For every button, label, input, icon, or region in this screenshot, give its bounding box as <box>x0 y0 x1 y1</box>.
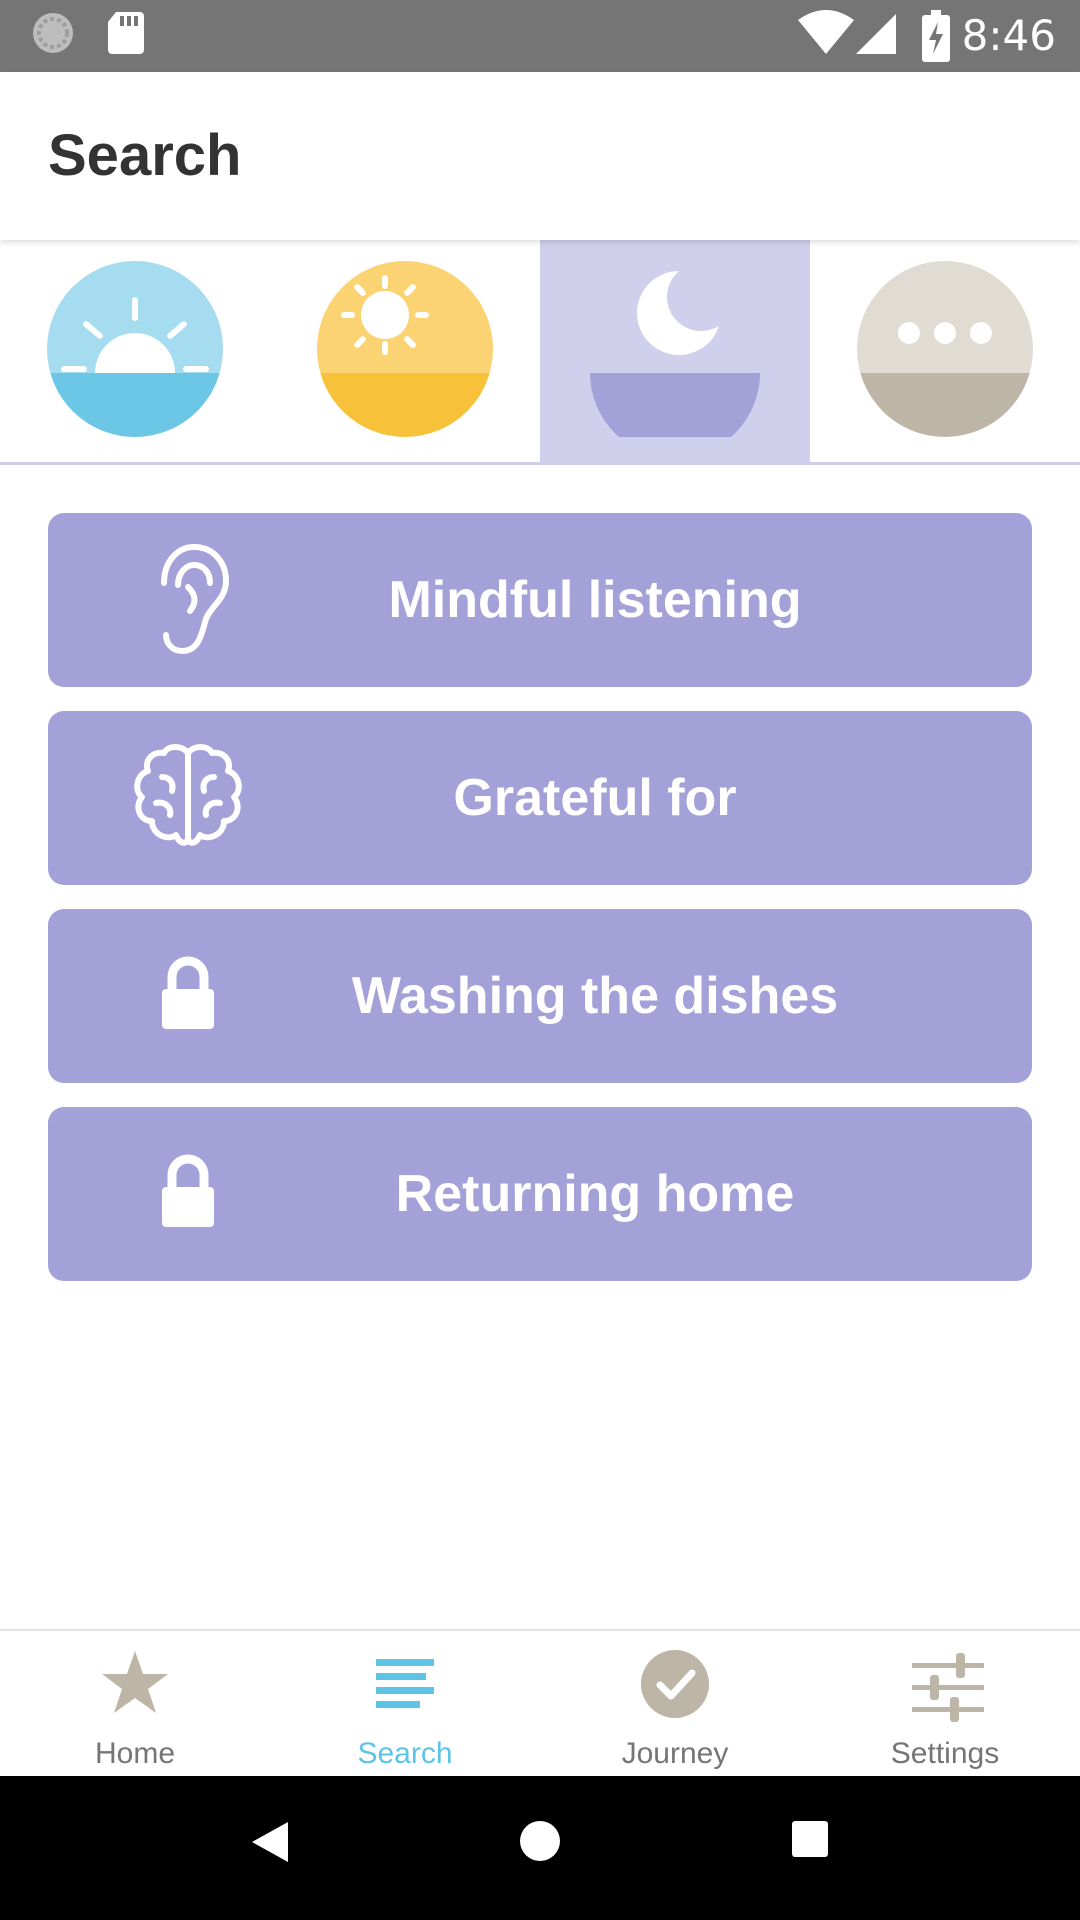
category-evening[interactable] <box>540 240 810 462</box>
battery-charging-icon <box>922 10 950 67</box>
recents-icon[interactable] <box>791 1820 829 1863</box>
check-circle-icon <box>641 1650 709 1718</box>
sync-icon <box>30 10 76 61</box>
session-label: Washing the dishes <box>351 967 839 1025</box>
bottom-nav: Home Search Journey Settings <box>0 1629 1080 1778</box>
more-icon <box>857 261 1033 437</box>
nav-label: Settings <box>890 1737 1000 1770</box>
session-card-grateful-for[interactable]: Grateful for <box>48 711 1032 885</box>
sd-card-icon <box>106 10 146 61</box>
nav-label: Journey <box>621 1737 729 1770</box>
session-label: Grateful for <box>453 769 737 827</box>
page-title: Search <box>48 123 242 188</box>
back-icon[interactable] <box>250 1820 290 1869</box>
nav-item-home[interactable]: Home <box>0 1631 270 1778</box>
nav-item-search[interactable]: Search <box>270 1631 540 1778</box>
nav-label: Home <box>94 1737 176 1770</box>
moon-icon <box>590 263 760 437</box>
system-nav-bar <box>0 1776 1080 1920</box>
status-time: 8:46 <box>961 11 1056 60</box>
nav-item-journey[interactable]: Journey <box>540 1631 810 1778</box>
nav-item-settings[interactable]: Settings <box>810 1631 1080 1778</box>
session-card-mindful-listening[interactable]: Mindful listening <box>48 513 1032 687</box>
session-card-returning-home[interactable]: Returning home <box>48 1107 1032 1281</box>
category-morning[interactable] <box>0 240 270 462</box>
status-bar: 8:46 <box>0 0 1080 72</box>
nav-label: Search <box>357 1737 453 1770</box>
wifi-icon <box>796 10 856 61</box>
cell-signal-icon <box>856 10 898 61</box>
category-daytime[interactable] <box>270 240 540 462</box>
sun-icon <box>317 261 493 437</box>
sliders-icon <box>912 1653 984 1722</box>
app-header: Search <box>0 72 1080 240</box>
star-icon <box>102 1651 168 1713</box>
session-label: Mindful listening <box>388 571 802 629</box>
list-icon <box>376 1659 434 1708</box>
category-tabs <box>0 240 1080 462</box>
session-label: Returning home <box>395 1165 795 1223</box>
home-circle-icon[interactable] <box>519 1820 561 1867</box>
session-card-washing-the-dishes[interactable]: Washing the dishes <box>48 909 1032 1083</box>
category-other[interactable] <box>810 240 1080 462</box>
category-divider <box>0 462 1080 465</box>
sunrise-icon <box>47 261 223 437</box>
